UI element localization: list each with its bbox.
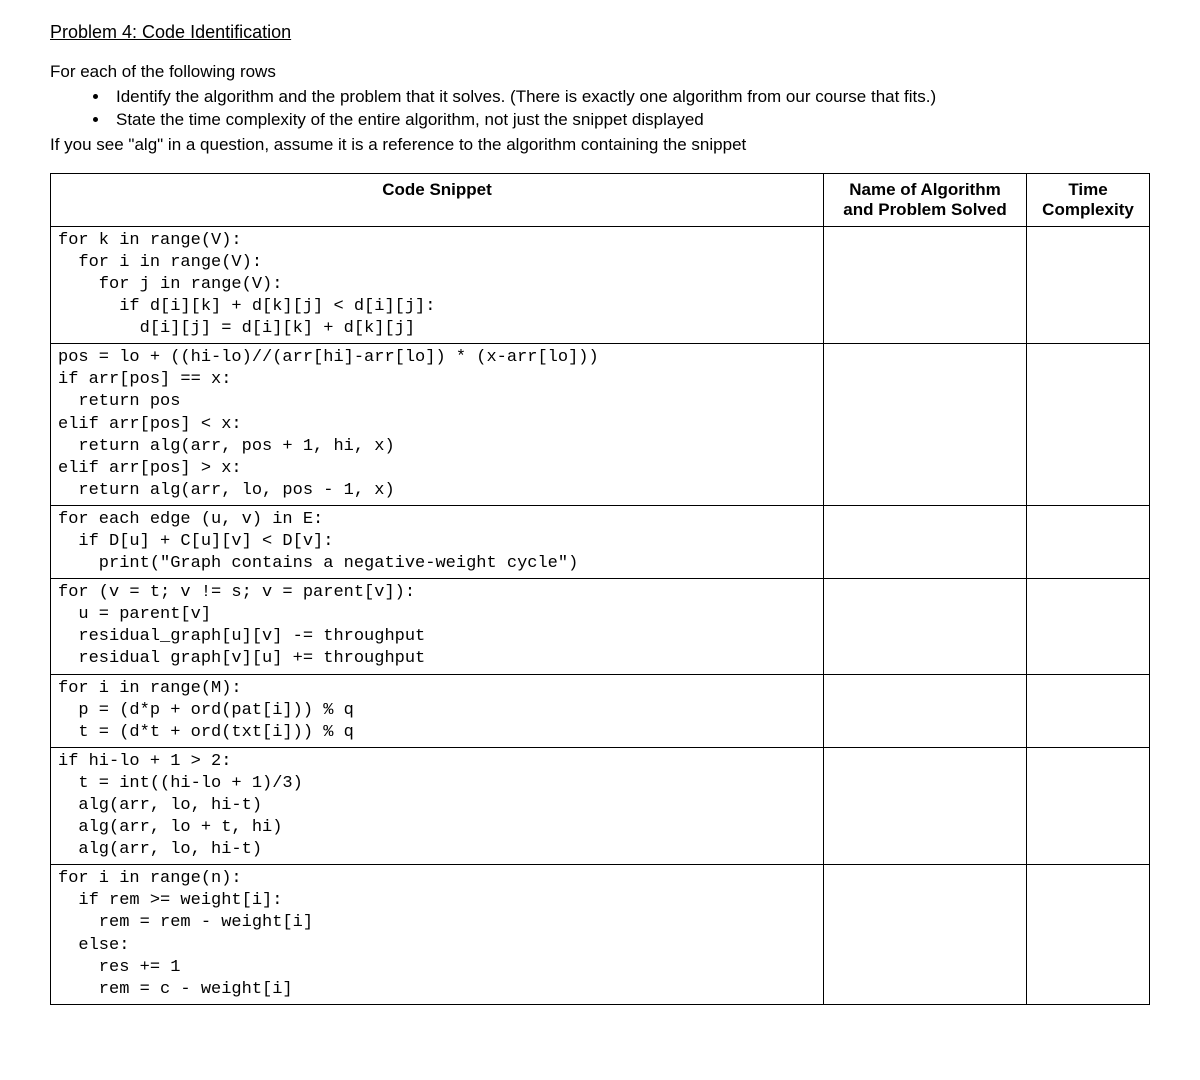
table-row: if hi-lo + 1 > 2: t = int((hi-lo + 1)/3)…: [51, 747, 1150, 864]
answer-cell: [824, 579, 1027, 674]
instructions-list: Identify the algorithm and the problem t…: [50, 86, 1150, 132]
complexity-cell: [1027, 747, 1150, 864]
complexity-cell: [1027, 674, 1150, 747]
table-row: for i in range(n): if rem >= weight[i]: …: [51, 865, 1150, 1005]
instruction-item: Identify the algorithm and the problem t…: [110, 86, 1150, 109]
code-snippet: for k in range(V): for i in range(V): fo…: [52, 228, 822, 342]
table-row: for (v = t; v != s; v = parent[v]): u = …: [51, 579, 1150, 674]
answer-cell: [824, 865, 1027, 1005]
code-snippet: for (v = t; v != s; v = parent[v]): u = …: [52, 580, 822, 672]
answer-cell: [824, 505, 1027, 578]
code-snippet: if hi-lo + 1 > 2: t = int((hi-lo + 1)/3)…: [52, 749, 822, 863]
intro-text: For each of the following rows: [50, 61, 1150, 84]
col-header-name-line2: and Problem Solved: [843, 200, 1006, 219]
document-page: Problem 4: Code Identification For each …: [0, 0, 1200, 1080]
complexity-cell: [1027, 865, 1150, 1005]
table-row: for i in range(M): p = (d*p + ord(pat[i]…: [51, 674, 1150, 747]
complexity-cell: [1027, 505, 1150, 578]
table-row: for k in range(V): for i in range(V): fo…: [51, 226, 1150, 343]
complexity-cell: [1027, 226, 1150, 343]
col-header-name: Name of Algorithm and Problem Solved: [824, 173, 1027, 226]
table-row: pos = lo + ((hi-lo)//(arr[hi]-arr[lo]) *…: [51, 344, 1150, 506]
code-snippet: for each edge (u, v) in E: if D[u] + C[u…: [52, 507, 822, 577]
col-header-snippet: Code Snippet: [51, 173, 824, 226]
col-header-name-line1: Name of Algorithm: [849, 180, 1000, 199]
code-snippet: for i in range(M): p = (d*p + ord(pat[i]…: [52, 676, 822, 746]
code-id-table: Code Snippet Name of Algorithm and Probl…: [50, 173, 1150, 1005]
complexity-cell: [1027, 579, 1150, 674]
answer-cell: [824, 674, 1027, 747]
answer-cell: [824, 226, 1027, 343]
answer-cell: [824, 747, 1027, 864]
problem-title: Problem 4: Code Identification: [50, 22, 1150, 43]
post-instruction-text: If you see "alg" in a question, assume i…: [50, 134, 1150, 157]
complexity-cell: [1027, 344, 1150, 506]
table-body: for k in range(V): for i in range(V): fo…: [51, 226, 1150, 1004]
col-header-complexity: Time Complexity: [1027, 173, 1150, 226]
code-snippet: pos = lo + ((hi-lo)//(arr[hi]-arr[lo]) *…: [52, 345, 822, 504]
instruction-item: State the time complexity of the entire …: [110, 109, 1150, 132]
answer-cell: [824, 344, 1027, 506]
col-header-complexity-line2: Complexity: [1042, 200, 1134, 219]
col-header-complexity-line1: Time: [1068, 180, 1107, 199]
table-row: for each edge (u, v) in E: if D[u] + C[u…: [51, 505, 1150, 578]
code-snippet: for i in range(n): if rem >= weight[i]: …: [52, 866, 822, 1003]
